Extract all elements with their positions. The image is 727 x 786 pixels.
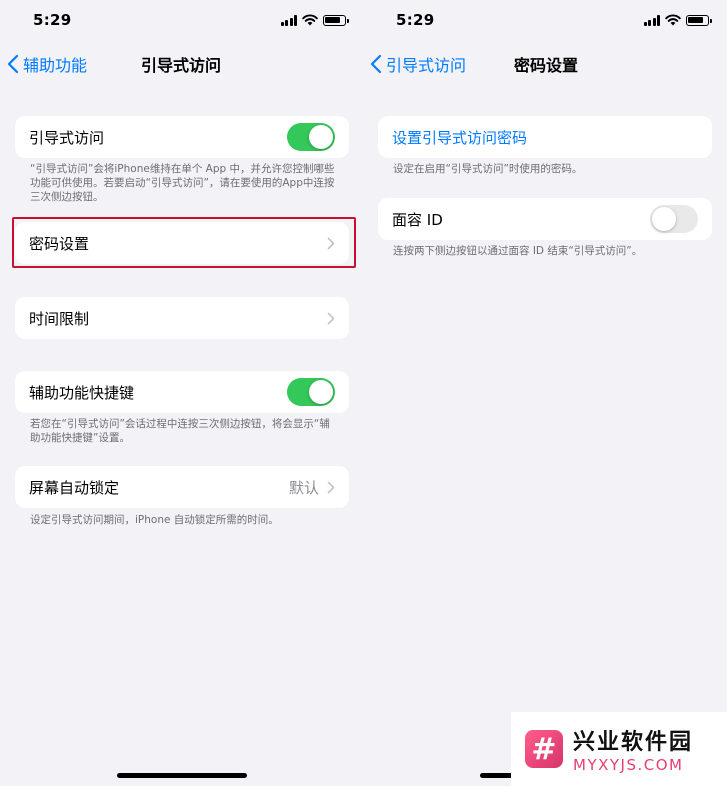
watermark-en: MYXYJS.COM: [573, 756, 684, 774]
set-passcode-button[interactable]: 设置引导式访问密码: [378, 116, 712, 158]
wifi-icon: [665, 14, 681, 26]
back-label: 辅助功能: [23, 56, 88, 75]
face-id-row: 面容 ID: [378, 198, 712, 240]
face-id-label: 面容 ID: [392, 210, 443, 229]
guided-access-row: 引导式访问: [15, 116, 349, 158]
face-id-footnote: 连按两下侧边按钮以通过面容 ID 结束“引导式访问”。: [393, 245, 643, 257]
accessibility-shortcut-toggle[interactable]: [287, 378, 335, 406]
status-time: 5:29: [33, 11, 72, 29]
set-passcode-footnote: 设定在启用“引导式访问”时使用的密码。: [393, 163, 583, 175]
auto-lock-row[interactable]: 屏幕自动锁定 默认: [15, 466, 349, 508]
auto-lock-card: 屏幕自动锁定 默认: [15, 466, 349, 508]
face-id-toggle[interactable]: [650, 205, 698, 233]
back-button[interactable]: 辅助功能: [7, 52, 87, 76]
time-limits-card: 时间限制: [15, 297, 349, 339]
chevron-left-icon: [370, 54, 382, 74]
highlight-box: [12, 217, 356, 268]
accessibility-shortcut-row: 辅助功能快捷键: [15, 371, 349, 413]
accessibility-shortcut-label: 辅助功能快捷键: [29, 383, 135, 402]
status-icons: [280, 14, 349, 26]
guided-access-card: 引导式访问: [15, 116, 349, 158]
chevron-right-icon: [327, 481, 335, 493]
watermark-cn: 兴业软件园: [573, 730, 694, 755]
guided-access-toggle[interactable]: [287, 123, 335, 151]
passcode-settings-screen: 5:29 引导式访问 密码设置 设置引导式访问密码 设定在启用“引导式访问”时使…: [363, 0, 727, 786]
time-limits-row[interactable]: 时间限制: [15, 297, 349, 339]
time-limits-label: 时间限制: [29, 309, 90, 328]
status-time: 5:29: [396, 11, 435, 29]
auto-lock-value: 默认: [288, 478, 319, 497]
watermark-logo: #: [525, 730, 563, 768]
cellular-signal-icon: [643, 14, 660, 26]
accessibility-shortcut-footnote: 若您在“引导式访问”会话过程中连按三次侧边按钮，将会显示“辅助功能快捷键”设置。: [30, 418, 330, 444]
battery-icon: [686, 14, 712, 26]
set-passcode-label: 设置引导式访问密码: [392, 128, 528, 147]
guided-access-label: 引导式访问: [29, 128, 105, 147]
chevron-left-icon: [7, 54, 19, 74]
chevron-right-icon: [327, 312, 335, 324]
set-passcode-card: 设置引导式访问密码: [378, 116, 712, 158]
cellular-signal-icon: [280, 14, 297, 26]
auto-lock-footnote: 设定引导式访问期间，iPhone 自动锁定所需的时间。: [30, 514, 279, 526]
guided-access-screen: 5:29 辅助功能 引导式访问 引导式访问 “引导式访问”会将iPhone维持在…: [0, 0, 364, 786]
back-label: 引导式访问: [386, 56, 467, 75]
home-indicator[interactable]: [117, 773, 247, 778]
wifi-icon: [302, 14, 318, 26]
watermark: # 兴业软件园 MYXYJS.COM: [511, 712, 727, 786]
page-title: 引导式访问: [141, 56, 222, 75]
auto-lock-label: 屏幕自动锁定: [29, 478, 120, 497]
guided-access-footnote: “引导式访问”会将iPhone维持在单个 App 中，并允许您控制哪些功能可供使…: [30, 163, 335, 203]
watermark-text: 兴业软件园 MYXYJS.COM: [573, 724, 693, 774]
back-button[interactable]: 引导式访问: [370, 52, 466, 76]
battery-icon: [323, 14, 349, 26]
face-id-card: 面容 ID: [378, 198, 712, 240]
status-icons: [643, 14, 712, 26]
page-title: 密码设置: [514, 56, 579, 75]
accessibility-shortcut-card: 辅助功能快捷键: [15, 371, 349, 413]
